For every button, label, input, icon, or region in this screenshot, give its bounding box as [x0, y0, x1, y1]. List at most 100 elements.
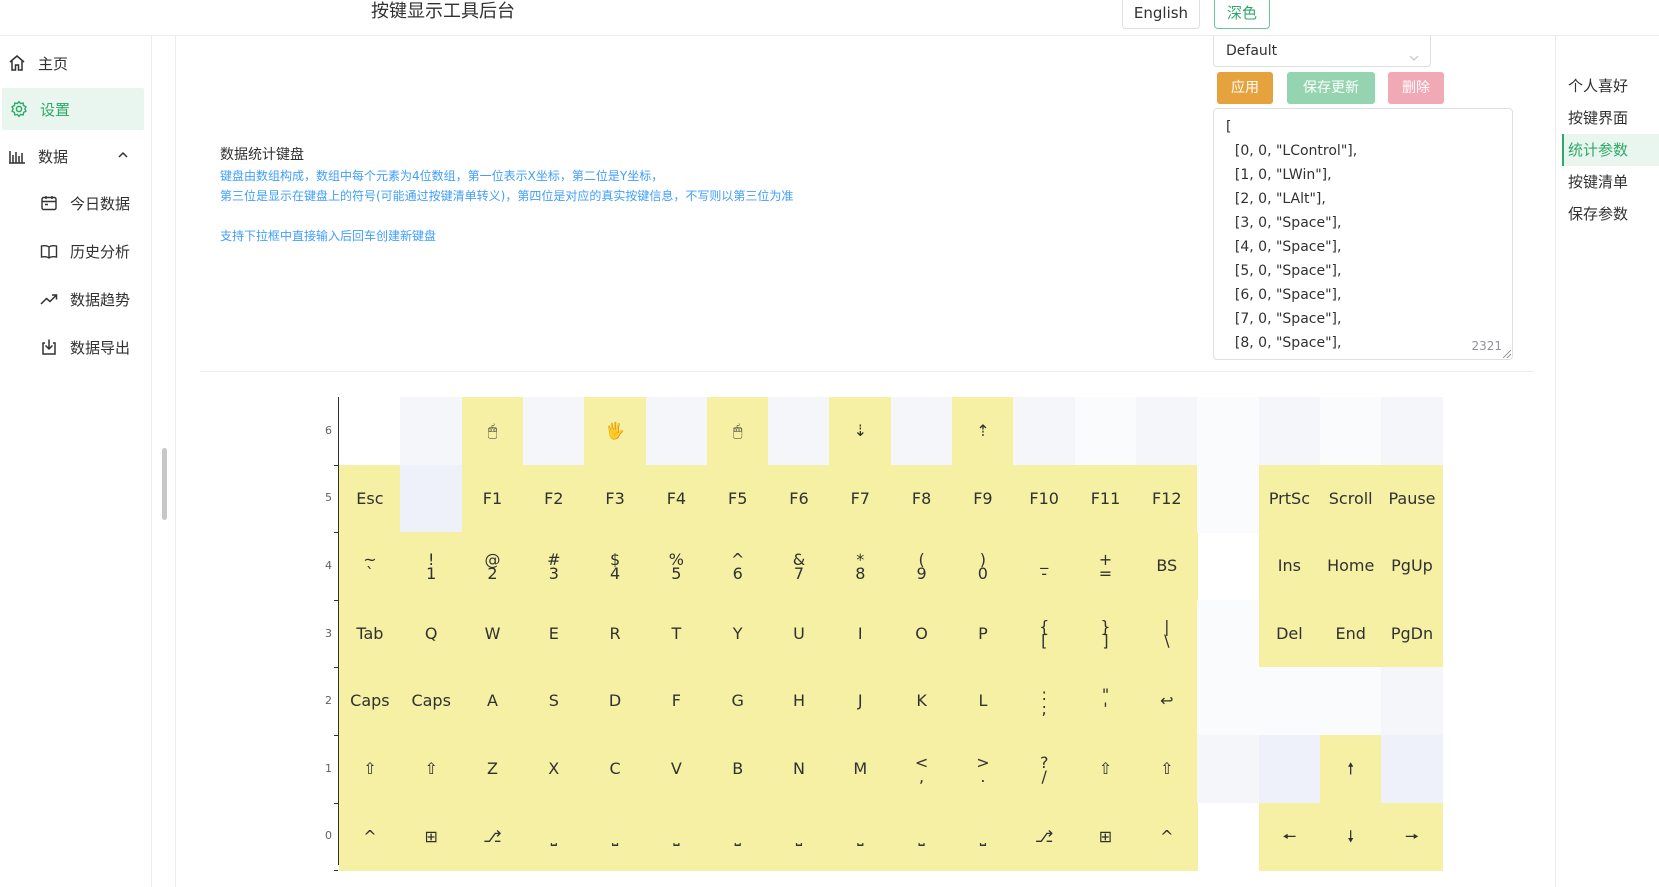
- key-cell: PgUp: [1381, 532, 1443, 601]
- key-cell: }]: [1074, 599, 1137, 668]
- sidebar-item-today-data[interactable]: 今日数据: [0, 182, 144, 224]
- key-label: 🖱: [732, 421, 743, 441]
- textarea-line: [0, 0, "LControl"],: [1226, 143, 1358, 159]
- key-cell: ^: [1135, 802, 1198, 871]
- key-label: E: [548, 623, 559, 643]
- key-label: G: [731, 691, 744, 711]
- key-cell: Caps: [339, 667, 401, 736]
- key-cell: O: [890, 599, 953, 668]
- key-cell: S: [522, 667, 585, 736]
- key-cell: [1381, 735, 1443, 804]
- y-axis-tick: [334, 464, 338, 466]
- keyboard-select[interactable]: Default: [1213, 36, 1431, 67]
- anchor-personal-prefs[interactable]: 个人喜好: [1562, 70, 1659, 102]
- key-cell: _ -: [1013, 532, 1076, 601]
- bar-chart-icon: [6, 145, 28, 167]
- textarea-line: [3, 0, "Space"],: [1226, 215, 1342, 231]
- sidebar-item-label: 数据: [38, 147, 69, 166]
- key-cell: ~ `: [339, 532, 401, 601]
- key-label-secondary: .: [980, 766, 986, 786]
- key-cell: ⇧: [1135, 735, 1198, 804]
- key-label: ⎵: [550, 826, 557, 846]
- key-cell: [1197, 599, 1259, 668]
- key-cell: [1074, 397, 1137, 466]
- keyboard-json-textarea[interactable]: [ [0, 0, "LControl"], [1, 0, "LWin"], [2…: [1213, 108, 1513, 360]
- key-cell: ⎵: [829, 802, 892, 871]
- apply-button[interactable]: 应用: [1217, 72, 1273, 104]
- sidebar-item-home[interactable]: 主页: [0, 42, 144, 84]
- key-label: ⎇: [1034, 826, 1054, 846]
- key-label-secondary: 3: [548, 563, 559, 583]
- key-label: ⇣: [853, 421, 867, 441]
- key-label: ⎇: [483, 826, 502, 846]
- sidebar-item-export[interactable]: 数据导出: [0, 326, 144, 368]
- sidebar-item-settings[interactable]: 设置: [2, 88, 144, 130]
- anchor-key-list[interactable]: 按键清单: [1562, 166, 1659, 198]
- key-cell: End: [1319, 599, 1382, 668]
- key-cell: >.: [952, 735, 1014, 804]
- mouse-icon: 🖱: [461, 397, 524, 466]
- key-label: ⇧: [424, 759, 438, 779]
- key-cell: F2: [522, 464, 585, 533]
- key-cell: 🠕: [1319, 735, 1382, 804]
- key-cell: " ': [1074, 667, 1137, 736]
- textarea-line: [2, 0, "LAlt"],: [1226, 191, 1326, 207]
- key-label-secondary: \: [1164, 631, 1170, 651]
- anchor-stats-params[interactable]: 统计参数: [1562, 134, 1659, 166]
- key-label: ⇧: [1098, 759, 1113, 779]
- key-label: N: [793, 759, 805, 779]
- key-label: H: [792, 691, 805, 711]
- key-label: Esc: [356, 488, 384, 508]
- textarea-line: [7, 0, "Space"],: [1226, 311, 1342, 327]
- key-label: V: [670, 759, 682, 779]
- key-label: PgUp: [1391, 556, 1433, 576]
- key-cell: ⎵: [768, 802, 830, 871]
- key-label: M: [853, 759, 868, 779]
- key-cell: [1258, 397, 1321, 466]
- resize-handle[interactable]: [1503, 350, 1511, 358]
- save-update-button[interactable]: 保存更新: [1287, 72, 1375, 104]
- key-cell: F11: [1074, 464, 1137, 533]
- sidebar-item-label: 历史分析: [70, 242, 131, 261]
- key-label: 🖱: [487, 421, 498, 441]
- language-button[interactable]: English: [1122, 0, 1200, 29]
- sidebar-item-label: 数据导出: [70, 338, 131, 357]
- sidebar-item-history[interactable]: 历史分析: [0, 230, 144, 272]
- key-cell: ⎵: [706, 802, 769, 871]
- delete-button[interactable]: 删除: [1388, 72, 1444, 104]
- key-label-secondary: ': [1103, 698, 1108, 718]
- key-label: F3: [605, 488, 625, 508]
- y-axis-tick: [334, 870, 338, 872]
- key-cell: T: [645, 599, 708, 668]
- key-label: F11: [1090, 488, 1121, 508]
- sidebar-item-trend[interactable]: 数据趋势: [0, 278, 144, 320]
- key-label: Y: [732, 623, 743, 643]
- sidebar-item-data[interactable]: 数据: [0, 135, 144, 177]
- key-label: F: [671, 691, 681, 711]
- sidebar-item-label: 今日数据: [70, 194, 131, 213]
- key-cell: F12: [1135, 464, 1198, 533]
- textarea-line: [8, 0, "Space"],: [1226, 335, 1342, 351]
- key-cell: F9: [952, 464, 1014, 533]
- scrollbar-thumb[interactable]: [162, 448, 167, 520]
- key-cell: Pause: [1381, 464, 1443, 533]
- key-cell: K: [890, 667, 953, 736]
- key-cell: Ins: [1258, 532, 1321, 601]
- mouse-right-icon: 🖱: [706, 397, 769, 466]
- key-cell: [645, 397, 708, 466]
- key-cell: J: [829, 667, 892, 736]
- key-cell: ^ 6: [706, 532, 769, 601]
- key-cell: [1381, 397, 1443, 466]
- textarea-line: [5, 0, "Space"],: [1226, 263, 1342, 279]
- theme-toggle-button[interactable]: 深色: [1214, 0, 1270, 29]
- key-label-secondary: [: [1041, 631, 1048, 651]
- key-cell: ⇡: [952, 397, 1014, 466]
- key-cell: F7: [829, 464, 892, 533]
- anchor-key-ui[interactable]: 按键界面: [1562, 102, 1659, 134]
- key-label-secondary: 0: [977, 563, 988, 583]
- key-label: ^: [363, 826, 377, 846]
- key-cell: F8: [890, 464, 953, 533]
- description-line-1: 键盘由数组构成，数组中每个元素为4位数组，第一位表示X坐标，第二位是Y坐标，: [220, 169, 664, 183]
- anchor-save-params[interactable]: 保存参数: [1562, 198, 1659, 230]
- key-label: Q: [424, 623, 438, 643]
